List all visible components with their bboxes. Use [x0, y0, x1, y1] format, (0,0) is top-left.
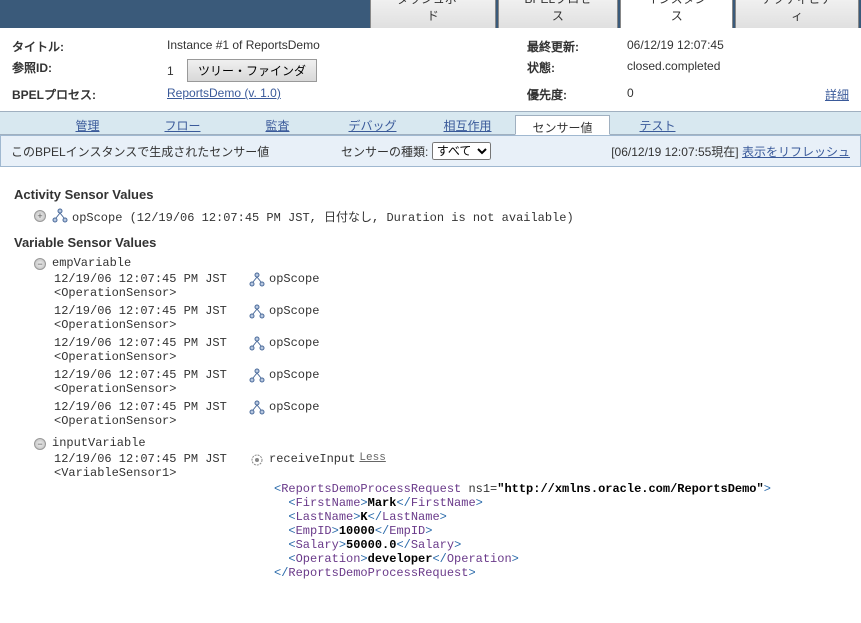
row-scope: opScope: [269, 336, 319, 350]
scope-icon: [249, 336, 265, 352]
tab-instances[interactable]: インスタンス: [620, 0, 733, 28]
refid-value: 1: [167, 64, 174, 78]
row-sensor-name: <OperationSensor>: [54, 318, 249, 332]
scope-icon: [249, 272, 265, 288]
tree-finder-button[interactable]: ツリー・ファインダ: [187, 59, 317, 82]
state-label: 状態:: [527, 59, 627, 82]
input-variable-node[interactable]: inputVariable: [52, 436, 146, 450]
row-scope: opScope: [269, 304, 319, 318]
row-sensor-name: <OperationSensor>: [54, 350, 249, 364]
input-timestamp: 12/19/06 12:07:45 PM JST: [54, 452, 249, 466]
row-scope: opScope: [269, 368, 319, 382]
variable-sensor-row: 12/19/06 12:07:45 PM JST<OperationSensor…: [54, 400, 847, 428]
tab-dashboard[interactable]: ダッシュボード: [370, 0, 496, 28]
row-timestamp: 12/19/06 12:07:45 PM JST: [54, 400, 249, 414]
row-scope: opScope: [269, 272, 319, 286]
detail-link[interactable]: 詳細: [825, 86, 849, 103]
sensor-type-select[interactable]: すべて: [432, 142, 491, 160]
priority-label: 優先度:: [527, 86, 627, 103]
activity-sensor-heading: Activity Sensor Values: [14, 187, 847, 202]
subtab-test[interactable]: テスト: [610, 114, 705, 134]
receive-input-label: receiveInput: [269, 452, 355, 466]
row-sensor-name: <OperationSensor>: [54, 286, 249, 300]
sensor-description: このBPELインスタンスで生成されたセンサー値: [11, 143, 341, 160]
scope-icon: [249, 304, 265, 320]
emp-variable-node[interactable]: empVariable: [52, 256, 131, 270]
sensor-type-label: センサーの種類:: [341, 143, 428, 160]
last-update-value: 06/12/19 12:07:45: [627, 38, 849, 55]
scope-icon: [249, 400, 265, 416]
row-timestamp: 12/19/06 12:07:45 PM JST: [54, 272, 249, 286]
subtab-manage[interactable]: 管理: [40, 114, 135, 134]
row-scope: opScope: [269, 400, 319, 414]
input-sensor-name: <VariableSensor1>: [54, 466, 249, 480]
variable-sensor-row: 12/19/06 12:07:45 PM JST<OperationSensor…: [54, 304, 847, 332]
subtab-interaction[interactable]: 相互作用: [420, 114, 515, 134]
less-link[interactable]: Less: [359, 452, 385, 464]
scope-icon: [249, 368, 265, 384]
xml-payload: <ReportsDemoProcessRequest ns1="http://x…: [274, 482, 847, 580]
row-timestamp: 12/19/06 12:07:45 PM JST: [54, 304, 249, 318]
bpel-process-label: BPELプロセス:: [12, 86, 167, 103]
tab-bpel-process[interactable]: BPELプロセス: [498, 0, 618, 28]
instance-header: タイトル: Instance #1 of ReportsDemo 最終更新: 0…: [0, 28, 861, 111]
snapshot-timestamp: [06/12/19 12:07:55現在]: [611, 145, 738, 159]
refid-label: 参照ID:: [12, 59, 167, 82]
variable-sensor-heading: Variable Sensor Values: [14, 235, 847, 250]
row-timestamp: 12/19/06 12:07:45 PM JST: [54, 368, 249, 382]
priority-value: 0: [627, 86, 634, 100]
subtab-flow[interactable]: フロー: [135, 114, 230, 134]
title-value: Instance #1 of ReportsDemo: [167, 38, 527, 55]
sub-tab-bar: 管理 フロー 監査 デバッグ 相互作用 センサー値 テスト: [0, 111, 861, 135]
activity-opscope-line: opScope (12/19/06 12:07:45 PM JST, 日付なし,…: [72, 208, 574, 225]
expand-icon[interactable]: −: [34, 258, 46, 270]
tab-activity[interactable]: アクティビティ: [735, 0, 859, 28]
row-sensor-name: <OperationSensor>: [54, 382, 249, 396]
top-tab-bar: ダッシュボード BPELプロセス インスタンス アクティビティ: [0, 0, 861, 28]
subtab-debug[interactable]: デバッグ: [325, 114, 420, 134]
title-label: タイトル:: [12, 38, 167, 55]
state-value: closed.completed: [627, 59, 849, 82]
variable-sensor-row: 12/19/06 12:07:45 PM JST<OperationSensor…: [54, 336, 847, 364]
sensor-info-bar: このBPELインスタンスで生成されたセンサー値 センサーの種類: すべて [06…: [0, 135, 861, 167]
scope-icon: [52, 208, 68, 224]
row-timestamp: 12/19/06 12:07:45 PM JST: [54, 336, 249, 350]
receive-icon: [249, 452, 265, 468]
expand-icon[interactable]: −: [34, 438, 46, 450]
variable-sensor-row: 12/19/06 12:07:45 PM JST<OperationSensor…: [54, 368, 847, 396]
bpel-process-link[interactable]: ReportsDemo (v. 1.0): [167, 86, 281, 100]
refresh-link[interactable]: 表示をリフレッシュ: [742, 145, 850, 159]
expand-icon[interactable]: +: [34, 210, 46, 222]
last-update-label: 最終更新:: [527, 38, 627, 55]
variable-sensor-row: 12/19/06 12:07:45 PM JST<OperationSensor…: [54, 272, 847, 300]
subtab-sensor[interactable]: センサー値: [515, 115, 610, 135]
subtab-audit[interactable]: 監査: [230, 114, 325, 134]
row-sensor-name: <OperationSensor>: [54, 414, 249, 428]
